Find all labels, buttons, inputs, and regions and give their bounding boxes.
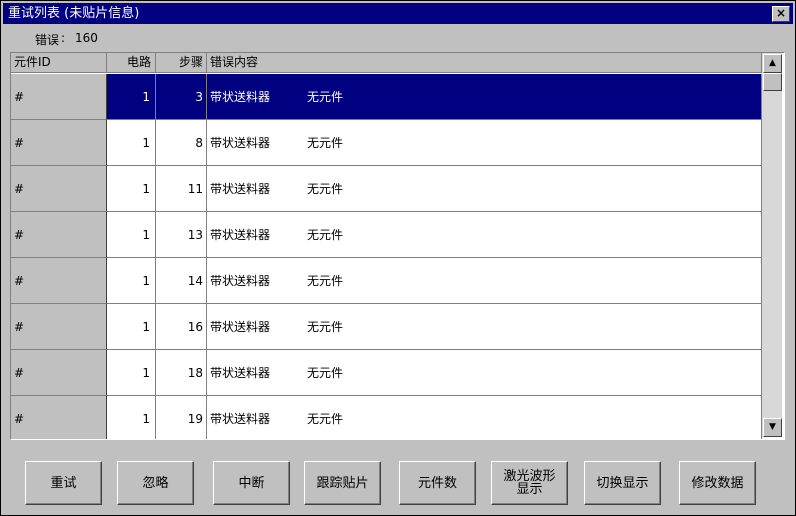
step-cell[interactable]: 3 <box>156 74 207 120</box>
error-text: 无元件 <box>307 136 344 150</box>
error-source: 带状送料器 <box>210 412 271 426</box>
error-cell[interactable]: 带状送料器 无元件 <box>207 74 762 120</box>
part-id-cell[interactable]: # <box>11 166 107 212</box>
part-id-cell[interactable]: # <box>11 120 107 166</box>
toggle-display-button[interactable]: 切换显示 <box>584 461 661 505</box>
retry-table: 元件ID 电路 步骤 错误内容 # 1 3 带状送料器 无元件 # 1 8 带状送… <box>10 52 785 440</box>
circuit-cell[interactable]: 1 <box>107 304 156 350</box>
step-cell[interactable]: 18 <box>156 350 207 396</box>
circuit-cell[interactable]: 1 <box>107 258 156 304</box>
error-source: 带状送料器 <box>210 90 271 104</box>
modify-data-button[interactable]: 修改数据 <box>679 461 756 505</box>
error-text: 无元件 <box>307 90 344 104</box>
circuit-cell[interactable]: 1 <box>107 396 156 439</box>
part-id-cell[interactable]: # <box>11 396 107 439</box>
column-header-step[interactable]: 步骤 <box>156 53 207 73</box>
column-header-error[interactable]: 错误内容 <box>207 53 762 73</box>
table-row[interactable]: # 1 18 带状送料器 无元件 <box>11 350 762 396</box>
table-row[interactable]: # 1 14 带状送料器 无元件 <box>11 258 762 304</box>
close-icon: × <box>775 6 787 20</box>
circuit-cell[interactable]: 1 <box>107 350 156 396</box>
error-source: 带状送料器 <box>210 320 271 334</box>
column-header-part-id[interactable]: 元件ID <box>11 53 107 73</box>
laser-waveform-button[interactable]: 激光波形 显示 <box>491 461 568 505</box>
step-cell[interactable]: 13 <box>156 212 207 258</box>
error-cell[interactable]: 带状送料器 无元件 <box>207 350 762 396</box>
retry-list-dialog: 重试列表 (未贴片信息) × 错误 : 160 元件ID 电路 步骤 错误内容 … <box>0 0 796 516</box>
trace-placement-button[interactable]: 跟踪贴片 <box>304 461 381 505</box>
error-separator: : <box>61 31 66 45</box>
scroll-down-button[interactable]: ▼ <box>763 418 782 437</box>
part-count-button[interactable]: 元件数 <box>399 461 476 505</box>
error-label: 错误 <box>35 33 60 47</box>
table-row[interactable]: # 1 8 带状送料器 无元件 <box>11 120 762 166</box>
part-id-cell[interactable]: # <box>11 74 107 120</box>
abort-button[interactable]: 中断 <box>213 461 290 505</box>
error-cell[interactable]: 带状送料器 无元件 <box>207 396 762 439</box>
error-source: 带状送料器 <box>210 366 271 380</box>
step-cell[interactable]: 8 <box>156 120 207 166</box>
down-arrow-icon: ▼ <box>769 422 776 432</box>
error-text: 无元件 <box>307 228 344 242</box>
retry-button[interactable]: 重试 <box>25 461 102 505</box>
error-cell[interactable]: 带状送料器 无元件 <box>207 212 762 258</box>
circuit-cell[interactable]: 1 <box>107 120 156 166</box>
error-count: 160 <box>75 31 98 45</box>
error-cell[interactable]: 带状送料器 无元件 <box>207 166 762 212</box>
table-row[interactable]: # 1 3 带状送料器 无元件 <box>11 74 762 120</box>
error-source: 带状送料器 <box>210 136 271 150</box>
part-id-cell[interactable]: # <box>11 258 107 304</box>
error-cell[interactable]: 带状送料器 无元件 <box>207 120 762 166</box>
title-bar[interactable]: 重试列表 (未贴片信息) × <box>3 3 793 24</box>
table-row[interactable]: # 1 16 带状送料器 无元件 <box>11 304 762 350</box>
part-id-cell[interactable]: # <box>11 350 107 396</box>
step-cell[interactable]: 11 <box>156 166 207 212</box>
scroll-up-button[interactable]: ▲ <box>763 54 782 73</box>
error-source: 带状送料器 <box>210 182 271 196</box>
step-cell[interactable]: 16 <box>156 304 207 350</box>
error-cell[interactable]: 带状送料器 无元件 <box>207 304 762 350</box>
part-id-cell[interactable]: # <box>11 304 107 350</box>
step-cell[interactable]: 14 <box>156 258 207 304</box>
laser-waveform-label-line2: 显示 <box>516 482 543 497</box>
table-row[interactable]: # 1 19 带状送料器 无元件 <box>11 396 762 439</box>
error-text: 无元件 <box>307 274 344 288</box>
up-arrow-icon: ▲ <box>769 58 776 68</box>
error-text: 无元件 <box>307 320 344 334</box>
error-text: 无元件 <box>307 182 344 196</box>
ignore-button[interactable]: 忽略 <box>117 461 194 505</box>
error-source: 带状送料器 <box>210 228 271 242</box>
error-text: 无元件 <box>307 366 344 380</box>
error-cell[interactable]: 带状送料器 无元件 <box>207 258 762 304</box>
scroll-thumb[interactable] <box>763 73 782 91</box>
error-text: 无元件 <box>307 412 344 426</box>
table-row[interactable]: # 1 13 带状送料器 无元件 <box>11 212 762 258</box>
column-header-circuit[interactable]: 电路 <box>107 53 156 73</box>
table-row[interactable]: # 1 11 带状送料器 无元件 <box>11 166 762 212</box>
window-title: 重试列表 (未贴片信息) <box>8 6 140 21</box>
circuit-cell[interactable]: 1 <box>107 212 156 258</box>
circuit-cell[interactable]: 1 <box>107 166 156 212</box>
error-source: 带状送料器 <box>210 274 271 288</box>
circuit-cell[interactable]: 1 <box>107 74 156 120</box>
part-id-cell[interactable]: # <box>11 212 107 258</box>
close-button[interactable]: × <box>772 6 790 22</box>
step-cell[interactable]: 19 <box>156 396 207 439</box>
vertical-scrollbar[interactable]: ▲ ▼ <box>762 53 782 437</box>
